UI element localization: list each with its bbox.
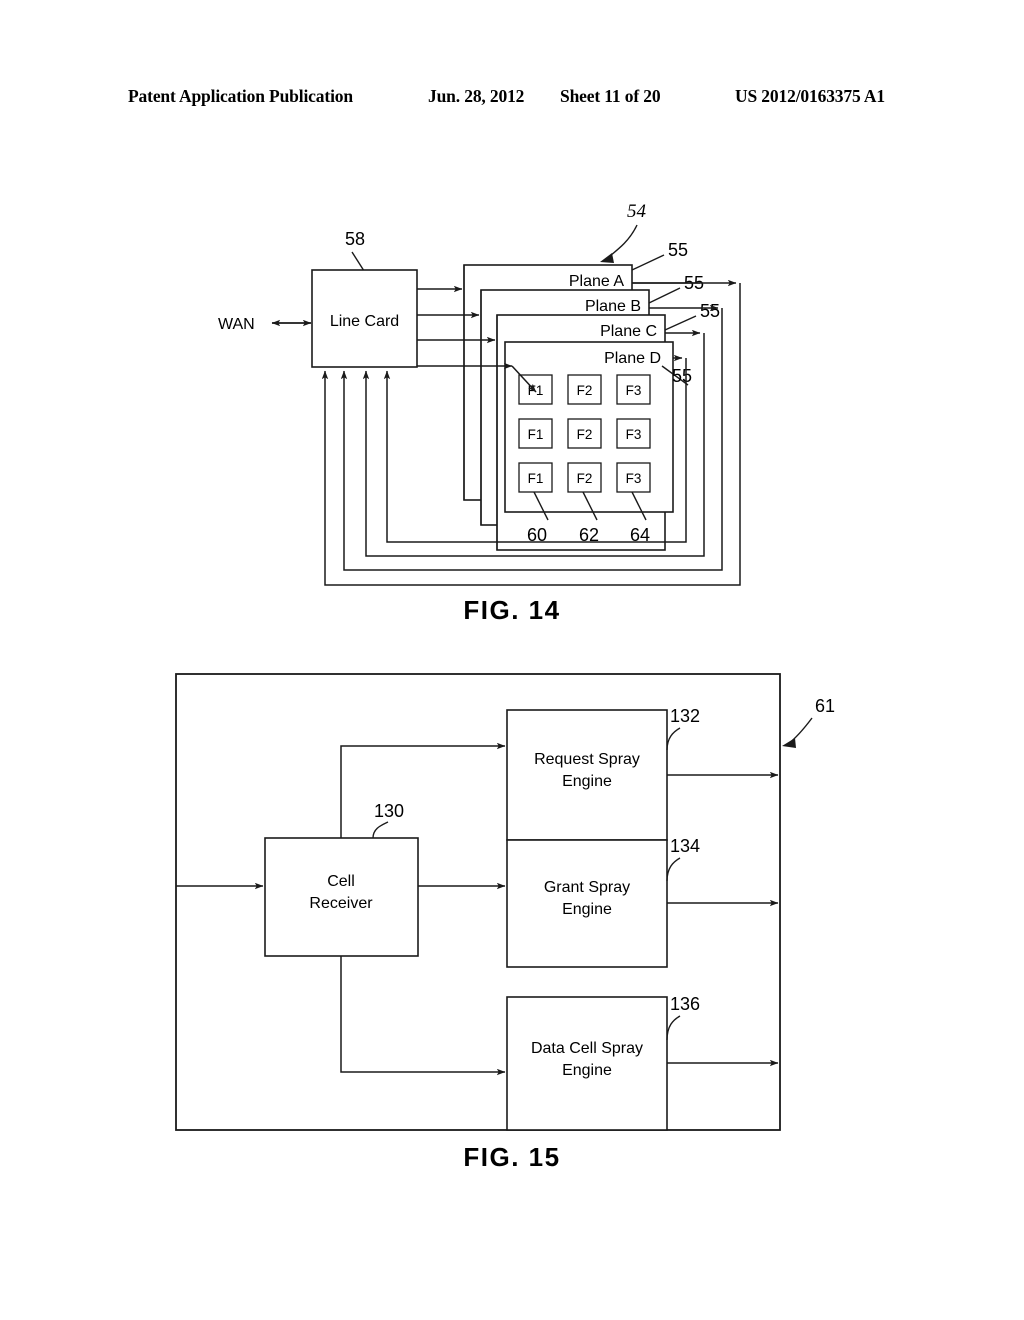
request-spray-engine-block[interactable]: Request Spray Engine 132 <box>506 706 700 841</box>
wan-connection: WAN <box>218 316 312 333</box>
fabric-cell-label: F2 <box>577 383 593 398</box>
request-spray-engine-label-line1: Request Spray <box>534 751 640 768</box>
grant-spray-engine-label-line2: Engine <box>562 901 612 918</box>
ref-54-number: 54 <box>627 201 647 222</box>
fabric-cell-label: F3 <box>626 427 642 442</box>
grant-spray-engine-label-line1: Grant Spray <box>544 879 630 896</box>
plane-a-ref: 55 <box>668 240 688 260</box>
fabric-cell-label: F1 <box>528 471 544 486</box>
figure-15-caption: FIG. 15 <box>463 1142 561 1172</box>
grant-spray-engine-block[interactable]: Grant Spray Engine 134 <box>506 836 700 968</box>
data-cell-spray-engine-label-line2: Engine <box>562 1062 612 1079</box>
figure-14-caption: FIG. 14 <box>463 595 561 625</box>
fabric-cell[interactable]: F3 <box>616 462 651 493</box>
plane-b-label: Plane B <box>585 298 641 315</box>
data-cell-spray-engine-ref: 136 <box>670 994 700 1014</box>
request-spray-engine-label-line2: Engine <box>562 773 612 790</box>
fabric-grid: F1 F2 F3 F1 F2 F3 F1 F2 F3 <box>518 374 651 493</box>
header-date-label: Jun. 28, 2012 <box>428 86 525 106</box>
fabric-cell-label: F1 <box>528 427 544 442</box>
data-cell-spray-engine-label-line1: Data Cell Spray <box>531 1040 643 1057</box>
fabric-cell-label: F3 <box>626 383 642 398</box>
fabric-cell[interactable]: F3 <box>616 374 651 405</box>
plane-d-label: Plane D <box>604 350 661 367</box>
data-cell-spray-engine-block[interactable]: Data Cell Spray Engine 136 <box>506 994 700 1131</box>
fabric-cell[interactable]: F1 <box>518 462 553 493</box>
wan-label: WAN <box>218 316 255 333</box>
ref-61-number: 61 <box>815 696 835 716</box>
ref-54-callout: 54 <box>600 201 647 263</box>
fabric-cell[interactable]: F3 <box>616 418 651 449</box>
ref-61-callout: 61 <box>782 696 835 748</box>
publication-header: Patent Application Publication Jun. 28, … <box>0 86 1024 112</box>
request-spray-engine-ref: 132 <box>670 706 700 726</box>
plane-c-label: Plane C <box>600 323 657 340</box>
ref-58-callout: 58 <box>345 229 367 275</box>
patent-page: Patent Application Publication Jun. 28, … <box>0 0 1024 1320</box>
fabric-cell-label: F3 <box>626 471 642 486</box>
cell-receiver-label-line1: Cell <box>327 873 355 890</box>
cell-receiver-label-line2: Receiver <box>309 895 373 912</box>
fabric-cell[interactable]: F2 <box>567 374 602 405</box>
line-card-block[interactable]: Line Card <box>311 269 418 368</box>
figure-15-diagram: 61 Cell Receiver 130 Request Spray Engin… <box>175 673 835 1131</box>
figure-14-diagram: 54 58 Plane A 55 Plane B 55 Plane C 55 P… <box>218 201 741 586</box>
ref-58-number: 58 <box>345 229 365 249</box>
fabric-cell[interactable]: F1 <box>518 418 553 449</box>
header-patent-number: US 2012/0163375 A1 <box>735 86 885 106</box>
header-sheet-label: Sheet 11 of 20 <box>560 86 661 106</box>
fabric-cell-label: F2 <box>577 427 593 442</box>
plane-a-label: Plane A <box>569 273 624 290</box>
grant-spray-engine-ref: 134 <box>670 836 700 856</box>
plane-d-ref: 55 <box>672 366 692 386</box>
header-publication-label: Patent Application Publication <box>128 86 353 106</box>
cell-receiver-ref: 130 <box>374 801 404 821</box>
fabric-cell[interactable]: F2 <box>567 462 602 493</box>
fabric-cell[interactable]: F2 <box>567 418 602 449</box>
plane-c-ref: 55 <box>700 301 720 321</box>
line-card-label: Line Card <box>330 313 399 330</box>
fabric-cell-label: F2 <box>577 471 593 486</box>
